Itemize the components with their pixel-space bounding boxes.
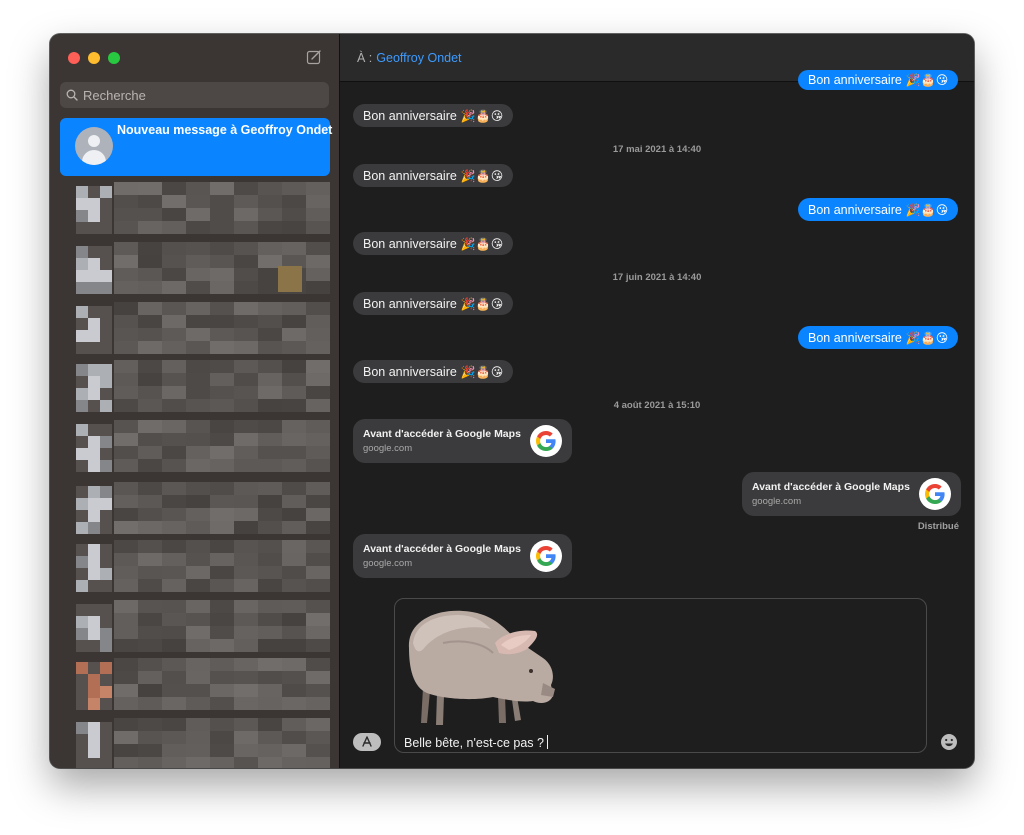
emoji-icon[interactable] [940,733,958,751]
message-outgoing[interactable]: Bon anniversaire 🎉🎂😘 [798,326,959,349]
message-incoming[interactable]: Bon anniversaire 🎉🎂😘 [353,360,514,383]
conversation-item-blurred[interactable] [50,300,339,360]
message-emoji: 🎉🎂😘 [460,236,504,251]
zoom-button[interactable] [108,52,120,64]
message-emoji: 🎉🎂😘 [905,202,949,217]
search-icon [66,89,78,101]
message-text: Bon anniversaire [363,168,457,183]
message-text: Bon anniversaire [808,202,902,217]
message-emoji: 🎉🎂😘 [460,168,504,183]
timestamp: 17 mai 2021 à 14:40 [612,144,702,155]
google-icon [919,478,951,510]
message-outgoing[interactable]: Bon anniversaire 🎉🎂😘 [798,70,959,90]
google-icon [530,425,562,457]
avatar [75,127,113,165]
compose-icon[interactable] [306,49,322,65]
messages-window: Recherche Nouveau message à Geoffroy Ond… [50,34,974,768]
message-text: Bon anniversaire [363,236,457,251]
message-emoji: 🎉🎂😘 [460,364,504,379]
message-text: Bon anniversaire [808,330,902,345]
conversation-item-blurred[interactable] [50,716,339,768]
conversation-item-blurred[interactable] [50,598,339,658]
message-incoming[interactable]: Bon anniversaire 🎉🎂😘 [353,232,514,255]
conversation-item-blurred[interactable] [50,538,339,598]
google-icon [530,540,562,572]
conversation-item-blurred[interactable] [50,418,339,478]
conversation-pane: À : Geoffroy Ondet Bon anniversaire 🎉🎂😘 B… [340,34,974,768]
window-controls [68,52,120,64]
message-emoji: 🎉🎂😘 [905,73,949,87]
text-caret [546,735,548,749]
timestamp: 17 juin 2021 à 14:40 [612,272,702,283]
app-store-icon[interactable] [353,733,381,751]
message-text: Bon anniversaire [808,73,902,87]
message-text: Bon anniversaire [363,296,457,311]
link-title: Avant d'accéder à Google Maps [752,481,910,493]
link-domain: google.com [363,558,413,569]
sidebar: Recherche Nouveau message à Geoffroy Ond… [50,34,340,768]
link-preview-incoming[interactable]: Avant d'accéder à Google Maps google.com [353,534,572,578]
message-text: Bon anniversaire [363,108,457,123]
search-input[interactable]: Recherche [60,82,329,108]
minimize-button[interactable] [88,52,100,64]
conversation-item-blurred[interactable] [50,480,339,540]
conversation-item-selected[interactable]: Nouveau message à Geoffroy Ondet [60,118,333,176]
conversation-item-blurred[interactable] [50,656,339,716]
message-outgoing[interactable]: Bon anniversaire 🎉🎂😘 [798,198,959,221]
message-composer[interactable]: Belle bête, n'est-ce pas ? [394,598,927,753]
close-button[interactable] [68,52,80,64]
message-incoming[interactable]: Bon anniversaire 🎉🎂😘 [353,164,514,187]
composer-text[interactable]: Belle bête, n'est-ce pas ? [404,735,548,750]
delivery-status: Distribué [917,521,959,532]
search-placeholder: Recherche [83,87,146,103]
pig-image[interactable] [403,603,563,729]
link-title: Avant d'accéder à Google Maps [363,428,521,440]
conversation-item-blurred[interactable] [50,240,339,300]
link-preview-outgoing[interactable]: Avant d'accéder à Google Maps google.com [742,472,961,516]
link-domain: google.com [752,496,802,507]
composer-input-value: Belle bête, n'est-ce pas ? [404,736,544,750]
message-incoming[interactable]: Bon anniversaire 🎉🎂😘 [353,104,514,127]
recipient-name[interactable]: Geoffroy Ondet [376,51,461,65]
message-emoji: 🎉🎂😘 [905,330,949,345]
message-incoming[interactable]: Bon anniversaire 🎉🎂😘 [353,292,514,315]
message-emoji: 🎉🎂😘 [460,296,504,311]
conversation-list-blurred [50,180,339,768]
timestamp: 4 août 2021 à 15:10 [613,400,701,411]
link-title: Avant d'accéder à Google Maps [363,543,521,555]
conversation-item-blurred[interactable] [50,180,339,240]
conversation-title: Nouveau message à Geoffroy Ondet [117,123,333,137]
link-preview-incoming[interactable]: Avant d'accéder à Google Maps google.com [353,419,572,463]
conversation-item-blurred[interactable] [50,358,339,418]
to-label: À : [357,50,373,65]
message-text: Bon anniversaire [363,364,457,379]
link-domain: google.com [363,443,413,454]
message-emoji: 🎉🎂😘 [460,108,504,123]
